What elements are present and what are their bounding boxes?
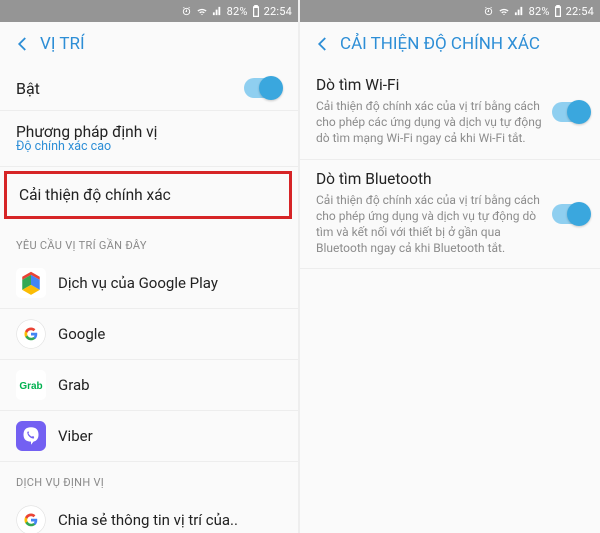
app-row-grab[interactable]: Grab Grab xyxy=(0,360,298,410)
battery-icon xyxy=(554,5,562,17)
page-title: CẢI THIỆN ĐỘ CHÍNH XÁC xyxy=(340,34,540,54)
svg-text:Grab: Grab xyxy=(19,381,42,392)
app-row-viber[interactable]: Viber xyxy=(0,411,298,461)
viber-icon xyxy=(16,421,46,451)
google-icon xyxy=(16,505,46,533)
status-bar: 82% 22:54 xyxy=(0,0,298,22)
toggle-switch[interactable] xyxy=(552,204,590,224)
status-bar: 82% 22:54 xyxy=(300,0,600,22)
right-screen: 82% 22:54 CẢI THIỆN ĐỘ CHÍNH XÁC Dò tìm … xyxy=(300,0,600,533)
clock: 22:54 xyxy=(566,5,594,18)
app-row-google[interactable]: Google xyxy=(0,309,298,359)
master-toggle-row[interactable]: Bật xyxy=(0,66,298,110)
header: CẢI THIỆN ĐỘ CHÍNH XÁC xyxy=(300,22,600,66)
battery-icon xyxy=(252,5,260,17)
header: VỊ TRÍ xyxy=(0,22,298,66)
services-caption: DỊCH VỤ ĐỊNH VỊ xyxy=(0,462,298,495)
page-title: VỊ TRÍ xyxy=(40,34,85,54)
app-row-play-services[interactable]: Dịch vụ của Google Play xyxy=(0,258,298,308)
back-button[interactable] xyxy=(10,31,36,57)
google-icon xyxy=(16,319,46,349)
toggle-switch[interactable] xyxy=(552,102,590,122)
left-screen: 82% 22:54 VỊ TRÍ Bật Phương pháp định vị… xyxy=(0,0,300,533)
master-toggle-label: Bật xyxy=(16,79,40,98)
battery-percent: 82% xyxy=(227,5,248,18)
improve-accuracy-row[interactable]: Cải thiện độ chính xác xyxy=(4,171,292,219)
toggle-switch[interactable] xyxy=(244,78,282,98)
method-value: Độ chính xác cao xyxy=(0,139,298,166)
wifi-icon xyxy=(196,6,208,17)
wifi-scanning-row[interactable]: Dò tìm Wi-Fi Cải thiện độ chính xác của … xyxy=(300,66,600,159)
service-row-sharing[interactable]: Chia sẻ thông tin vị trí của.. xyxy=(0,495,298,533)
bluetooth-scanning-row[interactable]: Dò tìm Bluetooth Cải thiện độ chính xác … xyxy=(300,160,600,269)
recent-caption: YÊU CẦU VỊ TRÍ GẦN ĐÂY xyxy=(0,225,298,258)
back-button[interactable] xyxy=(310,31,336,57)
signal-icon xyxy=(212,6,223,17)
play-services-icon xyxy=(16,268,46,298)
alarm-icon xyxy=(483,6,494,17)
clock: 22:54 xyxy=(264,5,292,18)
grab-icon: Grab xyxy=(16,370,46,400)
wifi-icon xyxy=(498,6,510,17)
battery-percent: 82% xyxy=(529,5,550,18)
signal-icon xyxy=(514,6,525,17)
alarm-icon xyxy=(181,6,192,17)
